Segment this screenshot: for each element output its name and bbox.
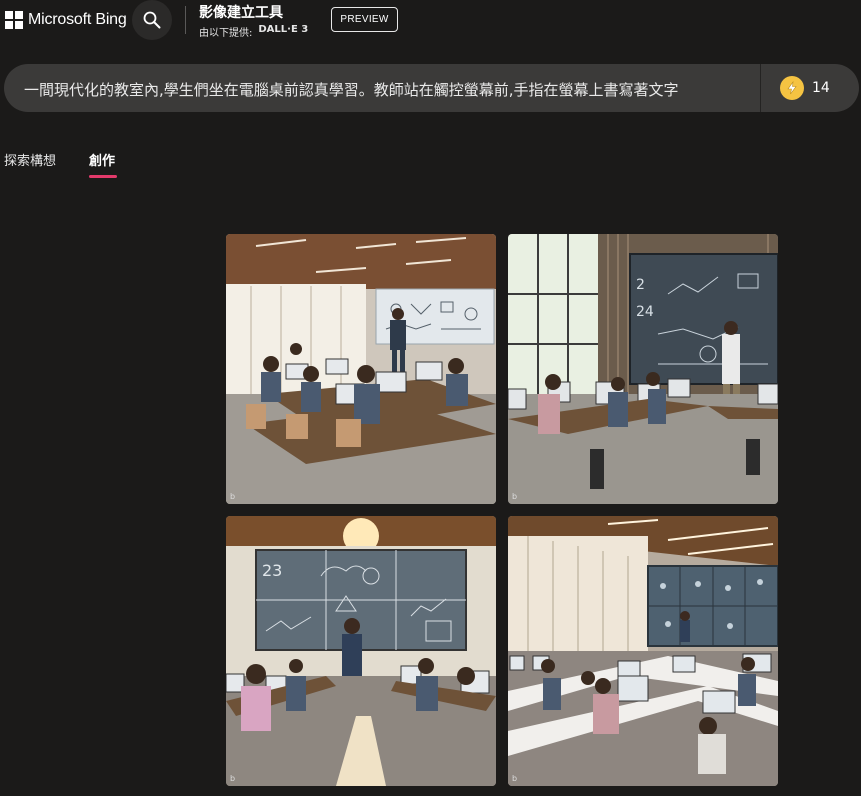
provider-model: DALL·E 3 — [258, 24, 309, 35]
bing-home-link[interactable]: Microsoft Bing — [5, 10, 127, 30]
prompt-input[interactable]: 一間現代化的教室內,學生們坐在電腦桌前認真學習。教師站在觸控螢幕前,手指在螢幕上… — [24, 79, 739, 99]
generated-image-3[interactable]: 23 b — [226, 516, 496, 786]
provider-line: 由以下提供: DALL·E 3 — [199, 24, 308, 39]
image-badge: b — [512, 492, 518, 501]
prompt-bar: 一間現代化的教室內,學生們坐在電腦桌前認真學習。教師站在觸控螢幕前,手指在螢幕上… — [4, 64, 859, 112]
prompt-divider — [760, 64, 761, 112]
microsoft-logo-icon — [5, 11, 23, 29]
top-bar: Microsoft Bing 影像建立工具 由以下提供: DALL·E 3 PR… — [0, 0, 861, 44]
page-title: 影像建立工具 — [199, 5, 283, 21]
image-badge: b — [512, 774, 518, 783]
lightning-icon — [780, 76, 804, 100]
svg-text:23: 23 — [262, 561, 282, 580]
provider-prefix: 由以下提供: — [199, 28, 253, 39]
boost-count: 14 — [812, 80, 830, 96]
brand-name: Microsoft Bing — [28, 11, 127, 28]
active-tab-indicator — [89, 175, 117, 178]
search-icon — [143, 11, 161, 29]
tab-explore-ideas[interactable]: 探索構想 — [4, 150, 56, 169]
svg-text:2: 2 — [636, 277, 645, 293]
header-divider — [185, 6, 186, 34]
image-badge: b — [230, 774, 236, 783]
generated-image-2[interactable]: 2 24 b — [508, 234, 778, 504]
image-badge: b — [230, 492, 236, 501]
tab-creations[interactable]: 創作 — [89, 150, 115, 169]
generated-image-4[interactable]: b — [508, 516, 778, 786]
preview-button[interactable]: PREVIEW — [331, 7, 398, 32]
boost-counter[interactable]: 14 — [780, 76, 830, 100]
search-button[interactable] — [132, 0, 172, 40]
generated-image-1[interactable]: b — [226, 234, 496, 504]
svg-text:24: 24 — [636, 304, 654, 320]
